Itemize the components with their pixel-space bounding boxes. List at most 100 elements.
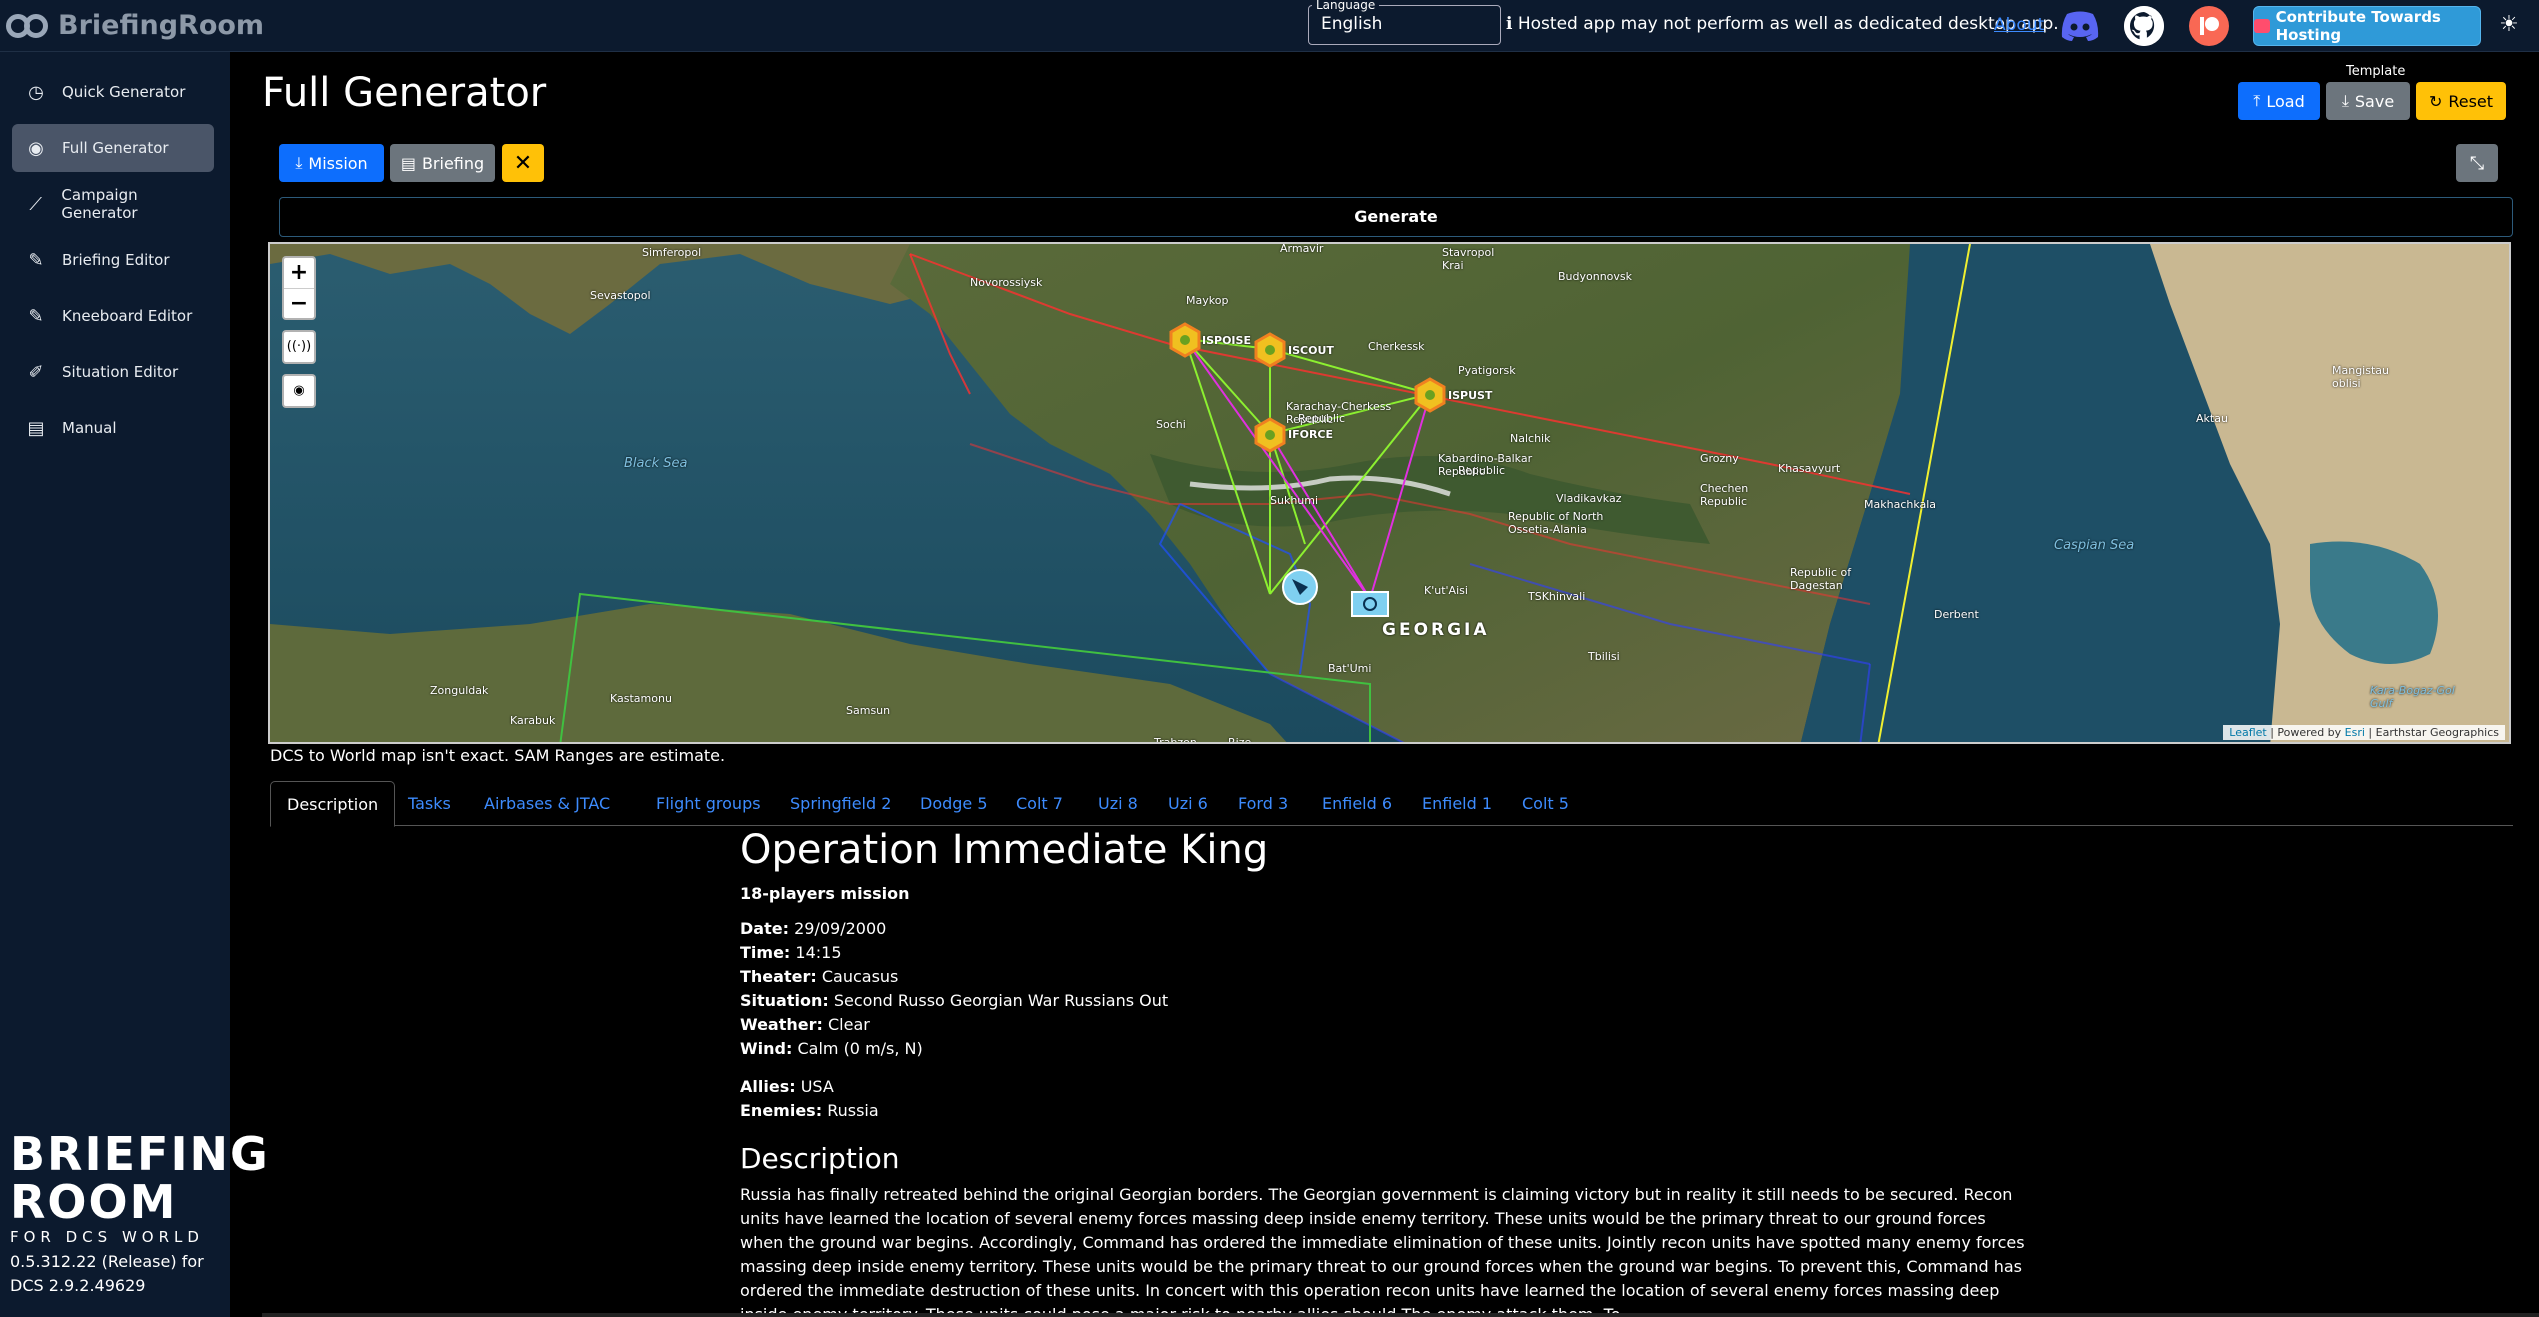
tab-uzi-6[interactable]: Uzi 6 — [1152, 781, 1224, 826]
mission-title: Operation Immediate King — [740, 827, 1269, 873]
map-label: Zonguldak — [430, 684, 489, 697]
brush-icon: ✐ — [28, 361, 44, 383]
page-title: Full Generator — [262, 70, 547, 116]
document-icon: ▤ — [400, 153, 416, 173]
map-label: Novorossiysk — [970, 276, 1043, 289]
tab-ford-3[interactable]: Ford 3 — [1222, 781, 1304, 826]
collapse-icon: ⤡ — [2469, 152, 2485, 174]
map-label: K'ut'Aisi — [1424, 584, 1468, 597]
discord-icon[interactable] — [2060, 6, 2100, 46]
language-label: Language — [1312, 0, 1380, 12]
attribution-text: | Earthstar Geographics — [2364, 726, 2499, 739]
sidebar-item-briefing-editor[interactable]: ✎ Briefing Editor — [12, 236, 214, 284]
map-terrain — [270, 244, 2509, 742]
chart-icon: ⟋ — [29, 193, 43, 215]
bottom-scrollbar[interactable] — [262, 1313, 2539, 1317]
esri-link[interactable]: Esri — [2345, 726, 2365, 739]
detail-allies: Allies: USA — [740, 1077, 834, 1096]
sidebar-item-kneeboard-editor[interactable]: ✎ Kneeboard Editor — [12, 292, 214, 340]
attribution-text: | Powered by — [2266, 726, 2345, 739]
target-label: IFORCE — [1288, 428, 1334, 441]
tab-enfield-6[interactable]: Enfield 6 — [1306, 781, 1408, 826]
save-button[interactable]: ⤓ Save — [2326, 82, 2410, 120]
upload-icon: ⤒ — [2253, 91, 2261, 110]
tab-uzi-8[interactable]: Uzi 8 — [1082, 781, 1154, 826]
brand-line1: BRIEFING — [10, 1127, 270, 1181]
book-icon: ▤ — [27, 417, 45, 439]
download-mission-button[interactable]: ⤓ Mission — [279, 144, 384, 182]
clock-icon: ◷ — [28, 81, 44, 103]
map-label: Derbent — [1934, 608, 1979, 621]
map-label: Kastamonu — [610, 692, 672, 705]
sidebar-item-label: Kneeboard Editor — [62, 307, 193, 325]
zoom-out-button[interactable]: − — [284, 288, 314, 318]
sidebar-item-campaign-generator[interactable]: ⟋ Campaign Generator — [12, 180, 214, 228]
map-label: Karabuk — [510, 714, 556, 727]
tab-dodge-5[interactable]: Dodge 5 — [904, 781, 1004, 826]
map-label: Budyonnovsk — [1558, 270, 1633, 283]
save-label: Save — [2354, 91, 2395, 111]
tab-springfield-2[interactable]: Springfield 2 — [774, 781, 907, 826]
map-label: Cherkessk — [1368, 340, 1425, 353]
map-label: Republic of North Ossetia-Alania — [1508, 510, 1604, 536]
leaflet-link[interactable]: Leaflet — [2229, 726, 2266, 739]
contribute-label: Contribute Towards Hosting — [2275, 8, 2441, 44]
top-bar: BriefingRoom Language English ℹ Hosted a… — [0, 0, 2539, 52]
pen-icon: ✎ — [28, 249, 44, 271]
map-label-sea: Kara-Bogaz-Gol Gulf — [2370, 684, 2455, 710]
map-label: Vladikavkaz — [1556, 492, 1622, 505]
load-button[interactable]: ⤒ Load — [2238, 82, 2320, 120]
mission-map[interactable]: Simferopol Sevastopol Novorossiysk Mayko… — [268, 242, 2511, 744]
tab-enfield-1[interactable]: Enfield 1 — [1406, 781, 1508, 826]
github-icon[interactable] — [2124, 6, 2164, 46]
map-label: Armavir — [1280, 242, 1324, 255]
map-label: Tbilisi — [1588, 650, 1620, 663]
app-logo[interactable]: BriefingRoom — [6, 10, 264, 41]
contribute-button[interactable]: Contribute Towards Hosting — [2253, 6, 2481, 46]
sidebar: ◷ Quick Generator ◉ Full Generator ⟋ Cam… — [0, 52, 268, 1317]
reset-button[interactable]: ↻ Reset — [2416, 82, 2506, 120]
tab-description[interactable]: Description — [270, 781, 396, 827]
map-label-sea: Caspian Sea — [2054, 538, 2135, 553]
logo-text: BriefingRoom — [58, 10, 265, 41]
template-label: Template — [2346, 64, 2406, 79]
zoom-in-button[interactable]: + — [284, 258, 314, 288]
players-count: 18-players mission — [740, 884, 910, 903]
collapse-button[interactable]: ⤡ — [2456, 144, 2498, 182]
sidebar-item-label: Manual — [62, 419, 117, 437]
close-icon: ✕ — [513, 150, 533, 176]
tab-tasks[interactable]: Tasks — [392, 781, 467, 826]
tab-airbases-jtac[interactable]: Airbases & JTAC — [468, 781, 626, 826]
tab-colt-7[interactable]: Colt 7 — [1000, 781, 1079, 826]
radio-icon[interactable]: ((·)) — [282, 330, 316, 364]
download-briefing-button[interactable]: ▤ Briefing — [390, 144, 495, 182]
clear-mission-button[interactable]: ✕ — [502, 144, 544, 182]
reset-icon: ↻ — [2428, 91, 2443, 111]
sidebar-item-full-generator[interactable]: ◉ Full Generator — [12, 124, 214, 172]
map-label: Mangistau oblisi — [2332, 364, 2389, 390]
map-label: Simferopol — [642, 246, 702, 259]
sun-icon[interactable]: ☀ — [2496, 12, 2522, 38]
map-label: Sevastopol — [590, 289, 651, 302]
version-info: 0.5.312.22 (Release) for DCS 2.9.2.49629 — [10, 1250, 204, 1298]
map-attribution: Leaflet | Powered by Esri | Earthstar Ge… — [2223, 725, 2505, 740]
sidebar-item-situation-editor[interactable]: ✐ Situation Editor — [12, 348, 214, 396]
info-icon: ℹ — [1506, 14, 1513, 34]
sidebar-item-quick-generator[interactable]: ◷ Quick Generator — [12, 68, 214, 116]
map-label: Grozny — [1700, 452, 1739, 465]
generate-button[interactable]: Generate — [279, 197, 2513, 237]
sidebar-item-manual[interactable]: ▤ Manual — [12, 404, 214, 452]
map-label-country: GEORGIA — [1382, 620, 1490, 640]
detail-theater: Theater: Caucasus — [740, 967, 899, 986]
map-label: Sochi — [1156, 418, 1186, 431]
patreon-icon[interactable] — [2189, 6, 2229, 46]
version-line1: 0.5.312.22 (Release) for — [10, 1252, 204, 1271]
detail-date: Date: 29/09/2000 — [740, 919, 887, 938]
tab-flight-groups[interactable]: Flight groups — [640, 781, 777, 826]
about-link[interactable]: About — [1994, 15, 2044, 35]
map-label: Republic — [1298, 412, 1346, 425]
load-label: Load — [2266, 91, 2305, 111]
tab-colt-5[interactable]: Colt 5 — [1506, 781, 1585, 826]
map-label: Republic — [1458, 464, 1506, 477]
eye-icon[interactable]: ◉ — [282, 374, 316, 408]
